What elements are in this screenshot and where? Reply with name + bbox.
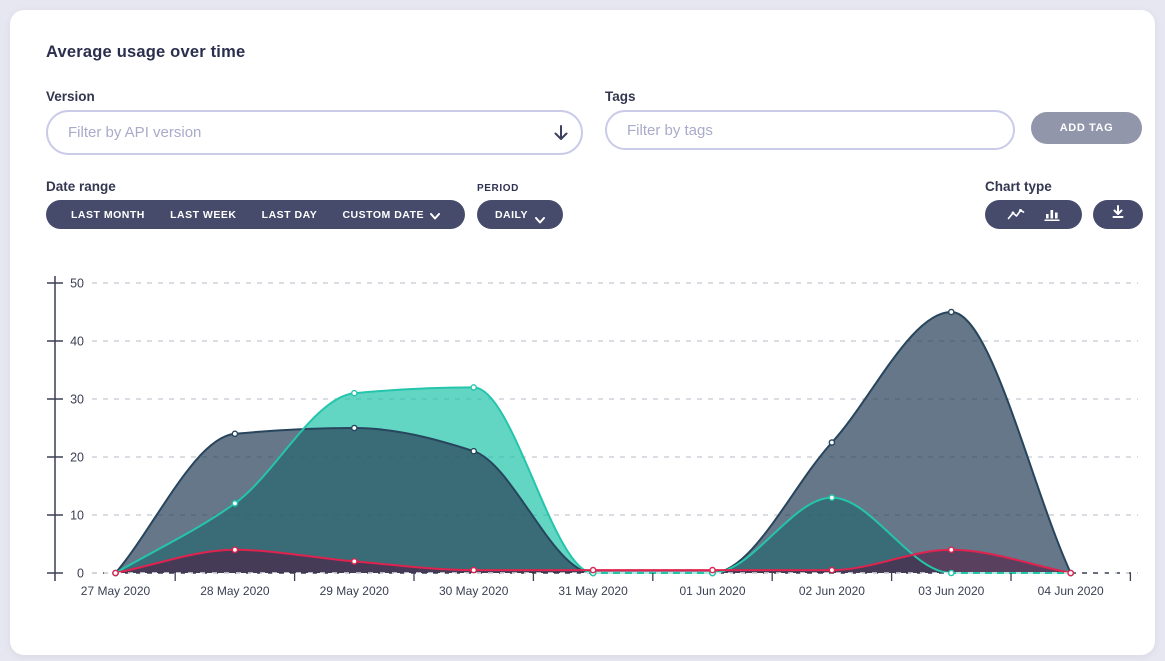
svg-text:01 Jun 2020: 01 Jun 2020 <box>679 584 745 598</box>
svg-text:31 May 2020: 31 May 2020 <box>558 584 628 598</box>
period-selected-value: DAILY <box>495 209 528 221</box>
svg-text:10: 10 <box>70 509 84 523</box>
usage-panel: Average usage over time Version Tags ADD… <box>10 10 1155 655</box>
bar-chart-icon[interactable] <box>1042 206 1062 223</box>
svg-text:50: 50 <box>70 277 84 291</box>
usage-chart-svg: 0 10 20 30 40 50 27 May 2020 28 May 2020 29 May … <box>40 268 1150 613</box>
chart-type-group <box>985 200 1082 229</box>
svg-text:04 Jun 2020: 04 Jun 2020 <box>1038 584 1104 598</box>
period-dropdown[interactable]: DAILY <box>477 200 563 229</box>
chevron-down-icon <box>535 211 545 218</box>
svg-text:03 Jun 2020: 03 Jun 2020 <box>918 584 984 598</box>
last-week-button[interactable]: LAST WEEK <box>170 209 236 221</box>
svg-text:30 May 2020: 30 May 2020 <box>439 584 509 598</box>
svg-text:20: 20 <box>70 451 84 465</box>
svg-text:29 May 2020: 29 May 2020 <box>320 584 390 598</box>
last-month-button[interactable]: LAST MONTH <box>71 209 145 221</box>
svg-text:28 May 2020: 28 May 2020 <box>200 584 270 598</box>
svg-text:02 Jun 2020: 02 Jun 2020 <box>799 584 865 598</box>
custom-date-button[interactable]: CUSTOM DATE <box>342 209 440 221</box>
svg-text:0: 0 <box>77 567 84 581</box>
svg-text:27 May 2020: 27 May 2020 <box>81 584 151 598</box>
download-chart-button[interactable] <box>1093 200 1143 229</box>
add-tag-button[interactable]: ADD TAG <box>1031 112 1142 144</box>
svg-text:40: 40 <box>70 335 84 349</box>
arrow-down-icon[interactable] <box>550 122 572 144</box>
date-range-label: Date range <box>46 179 116 194</box>
tags-label: Tags <box>605 89 636 104</box>
version-filter-input[interactable] <box>46 110 583 155</box>
period-label: PERIOD <box>477 183 519 194</box>
chart-type-label: Chart type <box>985 179 1052 194</box>
usage-chart: 0 10 20 30 40 50 27 May 2020 28 May 2020 29 May … <box>40 268 1150 613</box>
last-day-button[interactable]: LAST DAY <box>262 209 318 221</box>
tags-filter-input[interactable] <box>605 110 1015 150</box>
page-title: Average usage over time <box>46 43 245 62</box>
line-chart-icon[interactable] <box>1005 206 1027 223</box>
download-icon <box>1111 205 1125 224</box>
date-range-group: LAST MONTH LAST WEEK LAST DAY CUSTOM DAT… <box>46 200 465 229</box>
chevron-down-icon <box>430 211 440 218</box>
version-label: Version <box>46 89 95 104</box>
svg-text:30: 30 <box>70 393 84 407</box>
